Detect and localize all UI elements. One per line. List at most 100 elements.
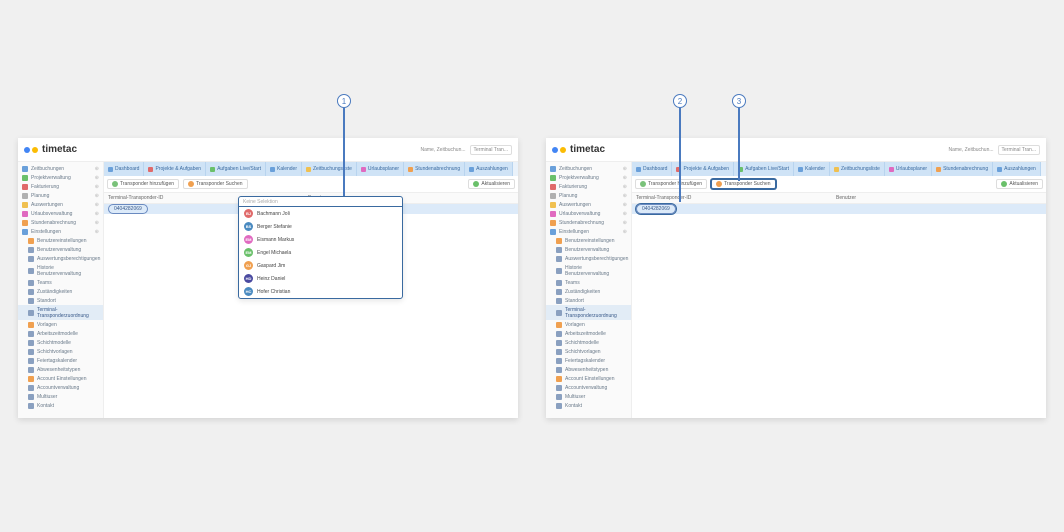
page-icon bbox=[556, 247, 562, 253]
add-transponder-button[interactable]: Transponder hinzufügen bbox=[107, 179, 179, 189]
dropdown-item[interactable]: EMEngel Michaela bbox=[239, 246, 402, 259]
sidebar-item-active[interactable]: Terminal-Transponderzuordnung bbox=[18, 305, 103, 320]
sidebar-item[interactable]: Projektverwaltung⊕ bbox=[18, 173, 103, 182]
sidebar-item[interactable]: Fakturierung⊕ bbox=[546, 182, 631, 191]
sidebar-item[interactable]: Standort bbox=[18, 296, 103, 305]
sidebar-item[interactable]: Accountverwaltung bbox=[546, 383, 631, 392]
refresh-button[interactable]: Aktualisieren bbox=[468, 179, 515, 189]
sidebar-item[interactable]: Schichtvorlagen bbox=[546, 347, 631, 356]
sidebar-item[interactable]: Standort bbox=[546, 296, 631, 305]
sidebar-item[interactable]: Historie Benutzerverwaltung bbox=[18, 263, 103, 278]
tab[interactable]: Kalender bbox=[794, 162, 830, 176]
tab[interactable]: Stundenabrechnung bbox=[404, 162, 465, 176]
sidebar-item[interactable]: Auswertungsberechtigungen bbox=[18, 254, 103, 263]
sidebar-item[interactable]: Multiuser bbox=[546, 392, 631, 401]
avatar: HC bbox=[244, 287, 253, 296]
sidebar-item[interactable]: Abwesenheitstypen bbox=[546, 365, 631, 374]
sidebar-item[interactable]: Urlaubsverwaltung⊕ bbox=[546, 209, 631, 218]
transponder-id-chip[interactable]: 0404282069 bbox=[108, 204, 148, 214]
sidebar-item[interactable]: Auswertungsberechtigungen bbox=[546, 254, 631, 263]
tab[interactable]: Urlaubsplaner bbox=[885, 162, 932, 176]
sidebar-item[interactable]: Auswertungen⊕ bbox=[546, 200, 631, 209]
tab[interactable]: Projekte & Aufgaben bbox=[144, 162, 206, 176]
page-icon bbox=[28, 310, 34, 316]
add-transponder-button[interactable]: Transponder hinzufügen bbox=[635, 179, 707, 189]
terminal-button[interactable]: Terminal Tran... bbox=[470, 145, 512, 155]
terminal-button[interactable]: Terminal Tran... bbox=[998, 145, 1040, 155]
tab[interactable]: Auszahlungen bbox=[993, 162, 1041, 176]
tab[interactable]: Urlaubsplaner bbox=[357, 162, 404, 176]
sidebar-item[interactable]: Vorlagen bbox=[18, 320, 103, 329]
plus-icon bbox=[640, 181, 646, 187]
sidebar-item[interactable]: Abwesenheitstypen bbox=[18, 365, 103, 374]
sidebar-item[interactable]: Arbeitszeitmodelle bbox=[546, 329, 631, 338]
sidebar-item[interactable]: Schichtmodelle bbox=[546, 338, 631, 347]
topbar: timetac Name, Zeitbuchun... Terminal Tra… bbox=[546, 138, 1046, 162]
tab[interactable]: Kalender bbox=[266, 162, 302, 176]
dropdown-item[interactable]: BSBerger Stefanie bbox=[239, 220, 402, 233]
folder-icon bbox=[556, 322, 562, 328]
sidebar-item[interactable]: Account Einstellungen bbox=[18, 374, 103, 383]
sidebar-item[interactable]: Vorlagen bbox=[546, 320, 631, 329]
sidebar-item[interactable]: Benutzerverwaltung bbox=[18, 245, 103, 254]
sidebar-item[interactable]: Teams bbox=[18, 278, 103, 287]
page-icon bbox=[556, 340, 562, 346]
transponder-id-chip[interactable]: 0404282069 bbox=[636, 204, 676, 214]
sidebar-item[interactable]: Account Einstellungen bbox=[546, 374, 631, 383]
avatar: GJ bbox=[244, 261, 253, 270]
sidebar-icon bbox=[22, 229, 28, 235]
dropdown-item[interactable]: GJGaspard Jim bbox=[239, 259, 402, 272]
sidebar-item[interactable]: Kontakt bbox=[18, 401, 103, 410]
sidebar-item[interactable]: Benutzereinstellungen bbox=[18, 236, 103, 245]
sidebar-item[interactable]: Multiuser bbox=[18, 392, 103, 401]
sidebar-item[interactable]: Einstellungen⊕ bbox=[18, 227, 103, 236]
tab[interactable]: Dashboard bbox=[632, 162, 672, 176]
sidebar-item[interactable]: Zuständigkeiten bbox=[546, 287, 631, 296]
dropdown-item[interactable]: HCHofer Christian bbox=[239, 285, 402, 298]
refresh-button[interactable]: Aktualisieren bbox=[996, 179, 1043, 189]
sidebar-item[interactable]: Stundenabrechnung⊕ bbox=[18, 218, 103, 227]
dropdown-item[interactable]: BJBachmann Joli bbox=[239, 207, 402, 220]
sidebar-item[interactable]: Historie Benutzerverwaltung bbox=[546, 263, 631, 278]
col-transponder-id[interactable]: Terminal-Transponder-ID bbox=[632, 193, 832, 203]
sidebar-item[interactable]: Zeitbuchungen⊕ bbox=[18, 164, 103, 173]
tab[interactable]: Dashboard bbox=[104, 162, 144, 176]
sidebar-icon bbox=[22, 211, 28, 217]
tab-icon bbox=[936, 167, 941, 172]
sidebar-item[interactable]: Zuständigkeiten bbox=[18, 287, 103, 296]
sidebar-item[interactable]: Auswertungen⊕ bbox=[18, 200, 103, 209]
sidebar-item[interactable]: Urlaubsverwaltung⊕ bbox=[18, 209, 103, 218]
sidebar-icon bbox=[550, 211, 556, 217]
sidebar-item[interactable]: Zeitbuchungen⊕ bbox=[546, 164, 631, 173]
sidebar-item[interactable]: Stundenabrechnung⊕ bbox=[546, 218, 631, 227]
dropdown-item[interactable]: HDHeinz Daniel bbox=[239, 272, 402, 285]
sidebar-item[interactable]: Arbeitszeitmodelle bbox=[18, 329, 103, 338]
sidebar-item[interactable]: Feiertagskalender bbox=[18, 356, 103, 365]
tab-icon bbox=[889, 167, 894, 172]
sidebar-item[interactable]: Planung⊕ bbox=[546, 191, 631, 200]
search-transponder-button[interactable]: Transponder Suchen bbox=[183, 179, 248, 189]
sidebar-item[interactable]: Einstellungen⊕ bbox=[546, 227, 631, 236]
sidebar-item[interactable]: Kontakt bbox=[546, 401, 631, 410]
sidebar-item[interactable]: Benutzereinstellungen bbox=[546, 236, 631, 245]
sidebar-item[interactable]: Benutzerverwaltung bbox=[546, 245, 631, 254]
tab[interactable]: Zeitbuchungsliste bbox=[830, 162, 885, 176]
sidebar-item[interactable]: Feiertagskalender bbox=[546, 356, 631, 365]
sidebar-item[interactable]: Projektverwaltung⊕ bbox=[546, 173, 631, 182]
sidebar-item[interactable]: Schichtmodelle bbox=[18, 338, 103, 347]
sidebar-item-active[interactable]: Terminal-Transponderzuordnung bbox=[546, 305, 631, 320]
sidebar-item[interactable]: Planung⊕ bbox=[18, 191, 103, 200]
tab[interactable]: Aufgaben Live/Start bbox=[206, 162, 266, 176]
sidebar-item[interactable]: Fakturierung⊕ bbox=[18, 182, 103, 191]
user-dropdown[interactable]: Keine Selektion BJBachmann JoliBSBerger … bbox=[238, 196, 403, 299]
sidebar-item[interactable]: Schichtvorlagen bbox=[18, 347, 103, 356]
sidebar-item[interactable]: Accountverwaltung bbox=[18, 383, 103, 392]
col-user[interactable]: Benutzer bbox=[832, 193, 1046, 203]
avatar: BJ bbox=[244, 209, 253, 218]
tab[interactable]: Auszahlungen bbox=[465, 162, 513, 176]
avatar: BS bbox=[244, 222, 253, 231]
tab[interactable]: Stundenabrechnung bbox=[932, 162, 993, 176]
table-row[interactable]: 0404282069 bbox=[632, 204, 1046, 214]
sidebar-item[interactable]: Teams bbox=[546, 278, 631, 287]
dropdown-item[interactable]: EMEismann Markus bbox=[239, 233, 402, 246]
